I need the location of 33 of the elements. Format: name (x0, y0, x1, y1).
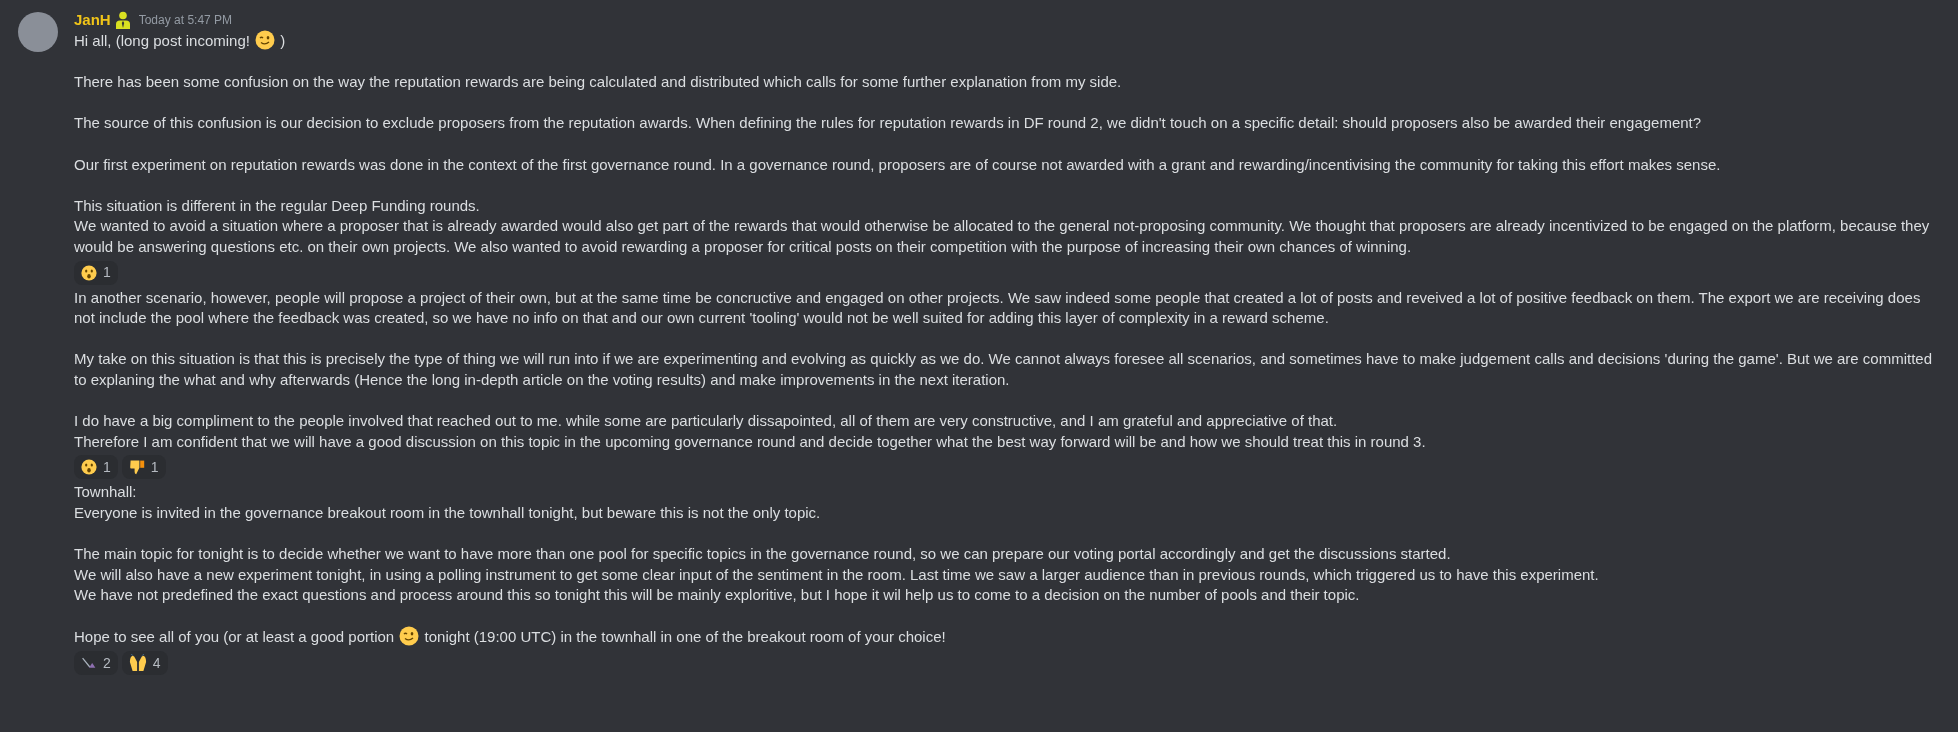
message-text: Our first experiment on reputation rewards was done in the context of the first governance round. In a governance round, proposers are of course not awarded with a grant and rewarding/incentivising the community for taking this effort makes sense. (74, 155, 1721, 173)
message-text: ) (279, 32, 286, 49)
reaction-button[interactable]: 1 (74, 455, 118, 480)
astonished-face-emoji-icon (81, 264, 97, 281)
astonished-face-emoji-icon (81, 459, 97, 476)
message-text: We wanted to avoid a situation where a proposer that is already awarded would also get part of the rewards that would otherwise be allocated to the general not-proposing community. We thought that proposers are already incentivized to be engaged on the platform, because they would be answering questions etc. on their own projects. We also wanted to avoid rewarding a proposer for critical posts on their competition with the purpose of increasing their own chances of winning. (74, 217, 1931, 255)
username[interactable]: JanH (74, 8, 111, 32)
message-text: Townhall: (74, 483, 137, 501)
message-text: There has been some confusion on the way the reputation rewards are being calculated and distributed which calls for some further explanation from my side. (74, 73, 1122, 91)
message-text: My take on this situation is that this is precisely the type of thing we will run into if we are experimenting and evolving as quickly as we do. We cannot always foresee all scenarios, and sometimes have to make judgement calls and decisions 'during the game'. But we are committed to explaning the what and why afterwards (Hence the long in-depth article on the voting results) and make improvements in the next iteration. (74, 350, 1934, 388)
message-text: tonight (19:00 UTC) in the townhall in one of the breakout room of your choice! (423, 628, 946, 646)
message-text: The source of this confusion is our decision to exclude proposers from the reputation awards. When defining the rules for reputation rewards in DF round 2, we didn't touch on a specific detail: should proposers also be awarded their engagement? (74, 114, 1702, 132)
role-icon (114, 11, 131, 29)
reaction-button[interactable]: 1 (121, 455, 166, 480)
message-text: Therefore I am confident that we will have a good discussion on this topic in the upcoming governance round and decide together what the best way forward will be and how we should treat this in round 3. (74, 432, 1426, 450)
winking-face-emoji-icon (255, 30, 276, 50)
winking-face-emoji-icon (399, 626, 420, 647)
raised-hands-emoji-icon (128, 654, 147, 673)
message-text: I do have a big compliment to the people involved that reached out to me. while some are particularly dissapointed, all of them are very constructive, and I am grateful and appreciative of that. (74, 412, 1338, 430)
reaction-button[interactable]: 2 (74, 651, 118, 676)
avatar[interactable] (18, 12, 58, 52)
message-text: In another scenario, however, people will propose a project of their own, but at the same time be concructive and engaged on other projects. We saw indeed some people that created a lot of posts and reveived a lot of positive feedback on them. The export we are receiving does not include the pool where the feedback was created, so we have no info on that and our own current 'tooling' would not be well suited for adding this layer of complexity in a reward scheme. (74, 288, 1922, 327)
timestamp: Today at 5:47 PM (138, 12, 233, 29)
message-text: Hope to see all of you (or at least a good portion (74, 628, 396, 646)
message-text: Everyone is invited in the governance breakout room in the townhall tonight, but beware this is not the only topic. (74, 503, 821, 521)
message-text: We will also have a new experiment tonight, in using a polling instrument to get some clear input of the sentiment in the room. Last time we saw a larger audience than in previous rounds, which triggered us to have this experiment. (74, 565, 1599, 583)
reaction-button[interactable]: 4 (121, 651, 168, 676)
message-text: The main topic for tonight is to decide whether we want to have more than one pool for specific topics in the governance round, so we can prepare our voting portal accordingly and get the discussions started. (74, 545, 1451, 563)
thumbs-down-emoji-icon (128, 459, 145, 476)
reaction-button[interactable]: 1 (74, 260, 118, 285)
message-text: Hi all, (long post incoming! (74, 32, 251, 49)
message-text: We have not predefined the exact questions and process around this so tonight this will be mainly exploritive, but I hope it wil help us to come to a decision on the number of pools and their topic. (74, 586, 1360, 604)
message-text: This situation is different in the regular Deep Funding rounds. (74, 196, 480, 214)
